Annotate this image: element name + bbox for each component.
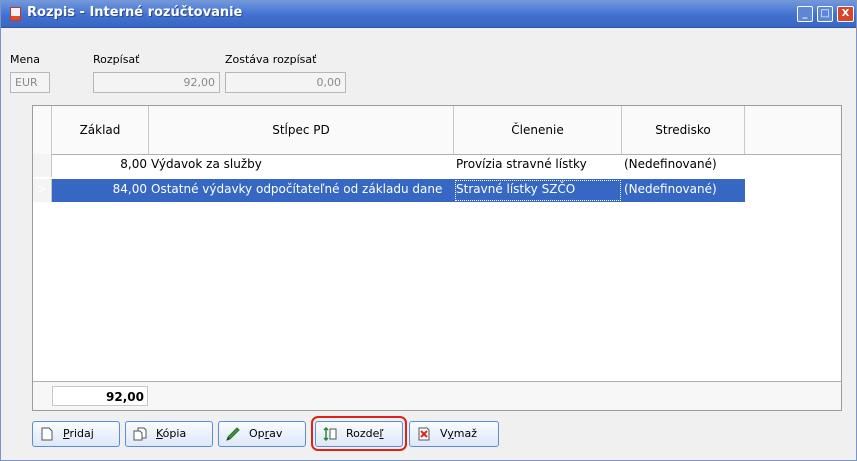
kopia-accesskey: K	[156, 427, 163, 440]
app-icon	[10, 7, 21, 21]
table-row[interactable]: 8,00 Výdavok za služby Provízia stravné …	[33, 154, 841, 177]
row-indicator[interactable]: >	[33, 179, 52, 202]
window-title: Rozpis - Interné rozúčtovanie	[27, 5, 243, 20]
pridaj-label: ridaj	[69, 427, 94, 440]
kopia-button[interactable]: Kópia	[125, 421, 213, 447]
table-row-selected[interactable]: > 84,00 Ostatné výdavky odpočítateľné od…	[33, 179, 841, 202]
rozpisat-field[interactable]: 92,00	[93, 72, 220, 93]
copy-icon	[133, 427, 147, 441]
zostava-field[interactable]: 0,00	[225, 72, 346, 93]
grid-footer: 92,00	[33, 381, 841, 410]
cell-stlpec-pd[interactable]: Ostatné výdavky odpočítateľné od základu…	[149, 179, 454, 202]
title-bar[interactable]: Rozpis - Interné rozúčtovanie _ □ X	[1, 1, 856, 28]
row-indicator[interactable]	[33, 154, 52, 177]
pridaj-button[interactable]: Pridaj	[32, 421, 120, 447]
vymaz-button[interactable]: Vymaž	[409, 421, 499, 447]
dialog-window: Rozpis - Interné rozúčtovanie _ □ X Mena…	[0, 0, 857, 461]
cell-stredisko[interactable]: (Nedefinované)	[622, 154, 745, 177]
cell-zaklad[interactable]: 84,00	[52, 179, 149, 202]
maximize-button[interactable]: □	[817, 6, 833, 22]
cell-clenenie[interactable]: Provízia stravné lístky	[454, 154, 622, 177]
oprav-label-pre: Op	[249, 427, 265, 440]
rozpisat-label: Rozpísať	[93, 53, 140, 66]
oprav-label-rest: av	[269, 427, 283, 440]
header-zaklad[interactable]: Základ	[52, 106, 149, 154]
edit-icon	[226, 427, 240, 441]
mena-label: Mena	[10, 53, 40, 66]
header-indicator	[33, 106, 52, 154]
cell-zaklad[interactable]: 8,00	[52, 154, 149, 177]
zostava-label: Zostáva rozpísať	[225, 53, 317, 66]
kopia-label: ópia	[162, 427, 187, 440]
cell-stlpec-pd[interactable]: Výdavok za služby	[149, 154, 454, 177]
cell-stredisko[interactable]: (Nedefinované)	[622, 179, 745, 202]
mena-field[interactable]: EUR	[10, 72, 50, 93]
cell-clenenie[interactable]: Stravné lístky SZČO	[454, 179, 622, 202]
delete-icon	[418, 427, 430, 441]
header-stredisko[interactable]: Stredisko	[622, 106, 745, 154]
rozpis-grid[interactable]: Základ Stĺpec PD Členenie Stredisko 8,00…	[32, 105, 842, 411]
header-clenenie[interactable]: Členenie	[454, 106, 622, 154]
new-document-icon	[41, 427, 53, 441]
total-zaklad: 92,00	[52, 386, 148, 406]
close-button[interactable]: X	[837, 6, 854, 22]
grid-header: Základ Stĺpec PD Členenie Stredisko	[33, 106, 841, 155]
minimize-button[interactable]: _	[797, 6, 813, 22]
oprav-button[interactable]: Oprav	[218, 421, 306, 447]
rozdel-highlight	[311, 416, 407, 451]
header-stlpec-pd[interactable]: Stĺpec PD	[149, 106, 454, 154]
vymaz-label-rest: maž	[453, 427, 477, 440]
